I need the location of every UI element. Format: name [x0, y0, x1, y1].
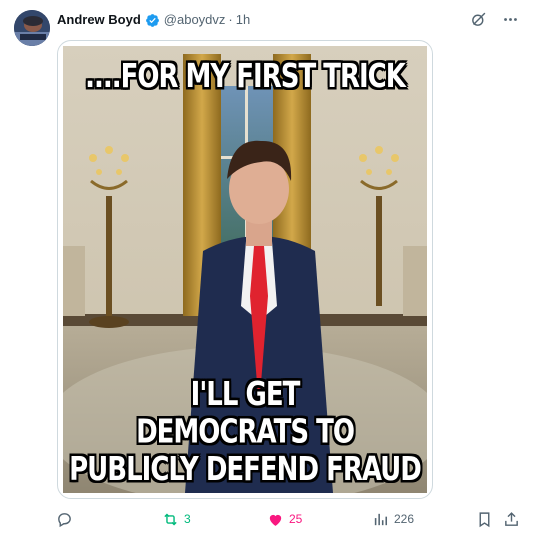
author-display-name[interactable]: Andrew Boyd	[57, 11, 141, 29]
repost-button[interactable]: 3	[162, 508, 191, 530]
bookmark-icon	[476, 511, 493, 528]
separator-dot: ·	[228, 12, 233, 27]
verified-badge-icon[interactable]	[145, 13, 160, 28]
meme-image: ....FOR MY FIRST TRICK I'LL GET DEMOCRAT…	[63, 46, 427, 493]
views-count: 226	[394, 512, 415, 526]
share-icon	[503, 511, 520, 528]
like-count: 25	[289, 512, 303, 526]
repost-icon	[162, 511, 179, 528]
repost-count: 3	[184, 512, 191, 526]
heart-icon	[267, 511, 284, 528]
grok-icon[interactable]	[468, 9, 488, 29]
tweet[interactable]: Andrew Boyd @aboydvz · 1h ....FOR MY FIR…	[0, 0, 534, 539]
post-actions: 3 25 226	[0, 508, 534, 530]
share-button[interactable]	[503, 508, 520, 530]
post-header: Andrew Boyd @aboydvz · 1h	[57, 11, 250, 29]
avatar[interactable]	[14, 10, 50, 46]
like-button[interactable]: 25	[267, 508, 302, 530]
reply-icon	[56, 511, 73, 528]
more-icon[interactable]	[500, 9, 520, 29]
author-handle[interactable]: @aboydvz	[164, 11, 226, 29]
meme-bottom-text: I'LL GET DEMOCRATS TO PUBLICLY DEFEND FR…	[63, 376, 427, 489]
meme-bottom-line: PUBLICLY DEFEND FRAUD	[69, 451, 422, 489]
views-icon	[372, 511, 389, 528]
meme-bottom-line: DEMOCRATS TO	[136, 413, 355, 452]
views-button[interactable]: 226	[372, 508, 414, 530]
meme-bottom-line: I'LL GET	[190, 376, 301, 414]
post-media[interactable]: ....FOR MY FIRST TRICK I'LL GET DEMOCRAT…	[57, 40, 433, 499]
reply-button[interactable]	[56, 508, 78, 530]
meme-top-text: ....FOR MY FIRST TRICK	[85, 58, 406, 96]
timestamp[interactable]: 1h	[236, 11, 250, 29]
bookmark-button[interactable]	[476, 508, 493, 530]
top-actions	[468, 9, 520, 29]
